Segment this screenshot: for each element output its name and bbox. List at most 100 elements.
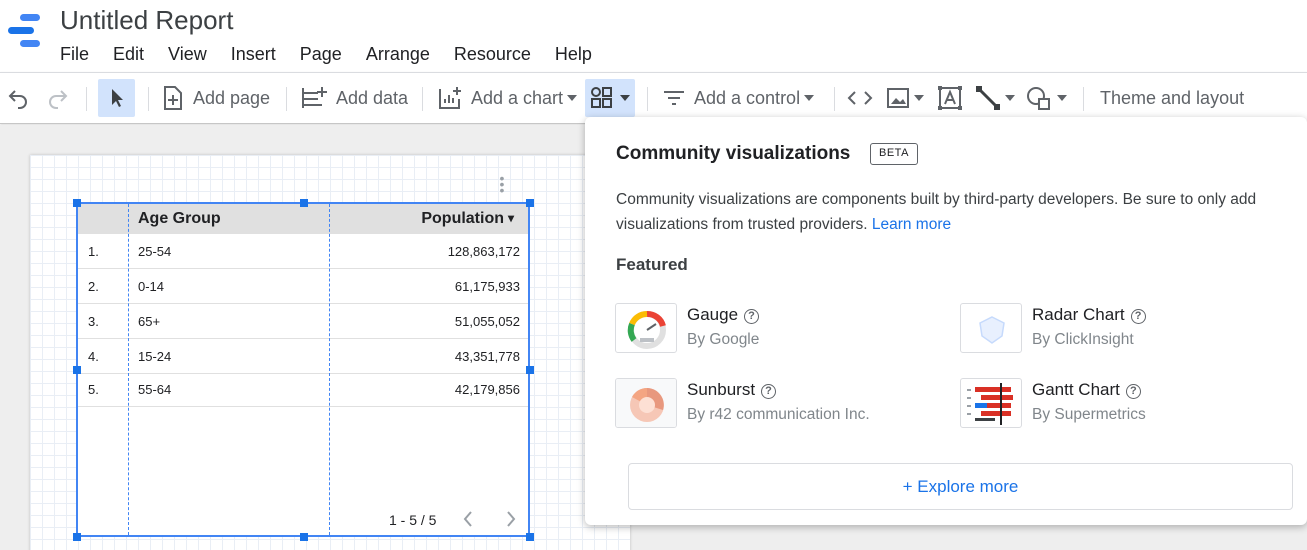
- column-header-population[interactable]: Population: [421, 210, 504, 228]
- menu-bar: File Edit View Insert Page Arrange Resou…: [48, 42, 604, 68]
- resize-handle[interactable]: [526, 199, 534, 207]
- menu-view[interactable]: View: [156, 42, 219, 68]
- explore-more-button[interactable]: + Explore more: [628, 463, 1293, 510]
- shape-button[interactable]: [1025, 79, 1067, 117]
- row-index: 3.: [88, 314, 99, 329]
- table-row: 3. 65+ 51,055,052: [78, 304, 528, 339]
- resize-handle[interactable]: [526, 366, 534, 374]
- resize-handle[interactable]: [526, 533, 534, 541]
- redo-button[interactable]: [46, 79, 70, 117]
- resize-handle[interactable]: [300, 199, 308, 207]
- viz-name: Gauge?: [687, 305, 760, 325]
- add-control-button[interactable]: Add a control: [662, 79, 815, 117]
- age-group-cell: 0-14: [138, 279, 165, 294]
- viz-name: Sunburst?: [687, 380, 777, 400]
- menu-arrange[interactable]: Arrange: [354, 42, 442, 68]
- menu-edit[interactable]: Edit: [101, 42, 156, 68]
- viz-author: By Supermetrics: [1032, 406, 1146, 423]
- previous-page-icon[interactable]: [462, 510, 474, 533]
- chevron-down-icon: [1005, 95, 1015, 101]
- cursor-arrow-icon: [111, 89, 123, 107]
- viz-item-radar-chart[interactable]: Radar Chart? By ClickInsight: [960, 303, 1280, 355]
- chevron-down-icon: [1057, 95, 1067, 101]
- community-visualizations-button[interactable]: [585, 79, 635, 117]
- menu-file[interactable]: File: [48, 42, 101, 68]
- table-row: 5. 55-64 42,179,856: [78, 372, 528, 407]
- viz-author: By r42 communication Inc.: [687, 406, 870, 423]
- resize-handle[interactable]: [73, 533, 81, 541]
- menu-page[interactable]: Page: [288, 42, 354, 68]
- undo-button[interactable]: [6, 79, 30, 117]
- more-options-icon[interactable]: • • •: [499, 171, 505, 197]
- pagination-text: 1 - 5 / 5: [389, 512, 437, 528]
- report-title[interactable]: Untitled Report: [60, 5, 233, 36]
- menu-help[interactable]: Help: [543, 42, 604, 68]
- gantt-thumbnail-icon: [960, 378, 1022, 428]
- add-page-label: Add page: [193, 87, 271, 108]
- resize-handle[interactable]: [300, 533, 308, 541]
- line-button[interactable]: [975, 79, 1015, 117]
- add-page-button[interactable]: Add page: [161, 79, 270, 117]
- help-icon[interactable]: ?: [744, 309, 760, 324]
- filter-icon: [664, 91, 684, 105]
- text-box-icon: [938, 86, 962, 110]
- table-row: 4. 15-24 43,351,778: [78, 339, 528, 374]
- row-index: 4.: [88, 349, 99, 364]
- help-icon[interactable]: ?: [1125, 384, 1141, 399]
- viz-item-sunburst[interactable]: Sunburst? By r42 communication Inc.: [615, 378, 935, 430]
- viz-name: Radar Chart?: [1032, 305, 1146, 325]
- age-group-cell: 25-54: [138, 244, 172, 259]
- table-header: Age Group Population ▾: [78, 204, 528, 234]
- add-data-button[interactable]: Add data: [300, 79, 408, 117]
- learn-more-link[interactable]: Learn more: [872, 216, 951, 233]
- help-icon[interactable]: ?: [1130, 309, 1146, 324]
- community-visualizations-popover: Community visualizations BETA Community …: [585, 117, 1307, 525]
- add-data-icon: [302, 87, 327, 108]
- viz-item-gauge[interactable]: Gauge? By Google: [615, 303, 935, 355]
- menu-insert[interactable]: Insert: [219, 42, 288, 68]
- add-chart-button[interactable]: Add a chart: [437, 79, 578, 117]
- viz-name: Gantt Chart?: [1032, 380, 1141, 400]
- menu-resource[interactable]: Resource: [442, 42, 543, 68]
- line-icon: [976, 86, 1000, 110]
- add-chart-icon: [439, 87, 461, 109]
- row-index: 2.: [88, 279, 99, 294]
- age-group-cell: 15-24: [138, 349, 172, 364]
- popover-title: Community visualizations: [616, 143, 851, 164]
- text-box-button[interactable]: [937, 79, 963, 117]
- population-cell: 43,351,778: [454, 349, 520, 364]
- help-icon[interactable]: ?: [761, 384, 777, 399]
- gauge-thumbnail-icon: [615, 303, 677, 353]
- community-viz-icon: [591, 87, 612, 108]
- population-cell: 128,863,172: [447, 244, 520, 259]
- add-data-label: Add data: [336, 87, 409, 108]
- sort-descending-icon[interactable]: ▾: [508, 211, 514, 225]
- column-guide: [128, 204, 129, 535]
- table-row: 2. 0-14 61,175,933: [78, 269, 528, 304]
- viz-item-gantt-chart[interactable]: Gantt Chart? By Supermetrics: [960, 378, 1280, 430]
- resize-handle[interactable]: [73, 366, 81, 374]
- add-control-label: Add a control: [694, 87, 801, 108]
- viz-author: By Google: [687, 331, 760, 348]
- row-index: 1.: [88, 244, 99, 259]
- redo-icon: [49, 90, 68, 109]
- population-cell: 51,055,052: [454, 314, 520, 329]
- image-icon: [887, 88, 909, 108]
- next-page-icon[interactable]: [505, 510, 517, 533]
- beta-badge: BETA: [870, 143, 918, 165]
- data-studio-logo-icon[interactable]: [6, 14, 42, 48]
- chevron-down-icon: [620, 95, 630, 101]
- select-tool-button[interactable]: [98, 79, 135, 117]
- row-index: 5.: [88, 382, 99, 397]
- table-row: 1. 25-54 128,863,172: [78, 234, 528, 269]
- chevron-down-icon: [914, 95, 924, 101]
- embed-url-button[interactable]: [846, 79, 874, 117]
- age-group-cell: 55-64: [138, 382, 172, 397]
- chevron-down-icon: [804, 95, 815, 101]
- image-button[interactable]: [886, 79, 924, 117]
- column-header-age-group[interactable]: Age Group: [138, 210, 221, 228]
- resize-handle[interactable]: [73, 199, 81, 207]
- theme-and-layout-button[interactable]: Theme and layout: [1100, 79, 1244, 117]
- table-chart[interactable]: Age Group Population ▾ 1. 25-54 128,863,…: [76, 202, 530, 537]
- viz-author: By ClickInsight: [1032, 331, 1134, 348]
